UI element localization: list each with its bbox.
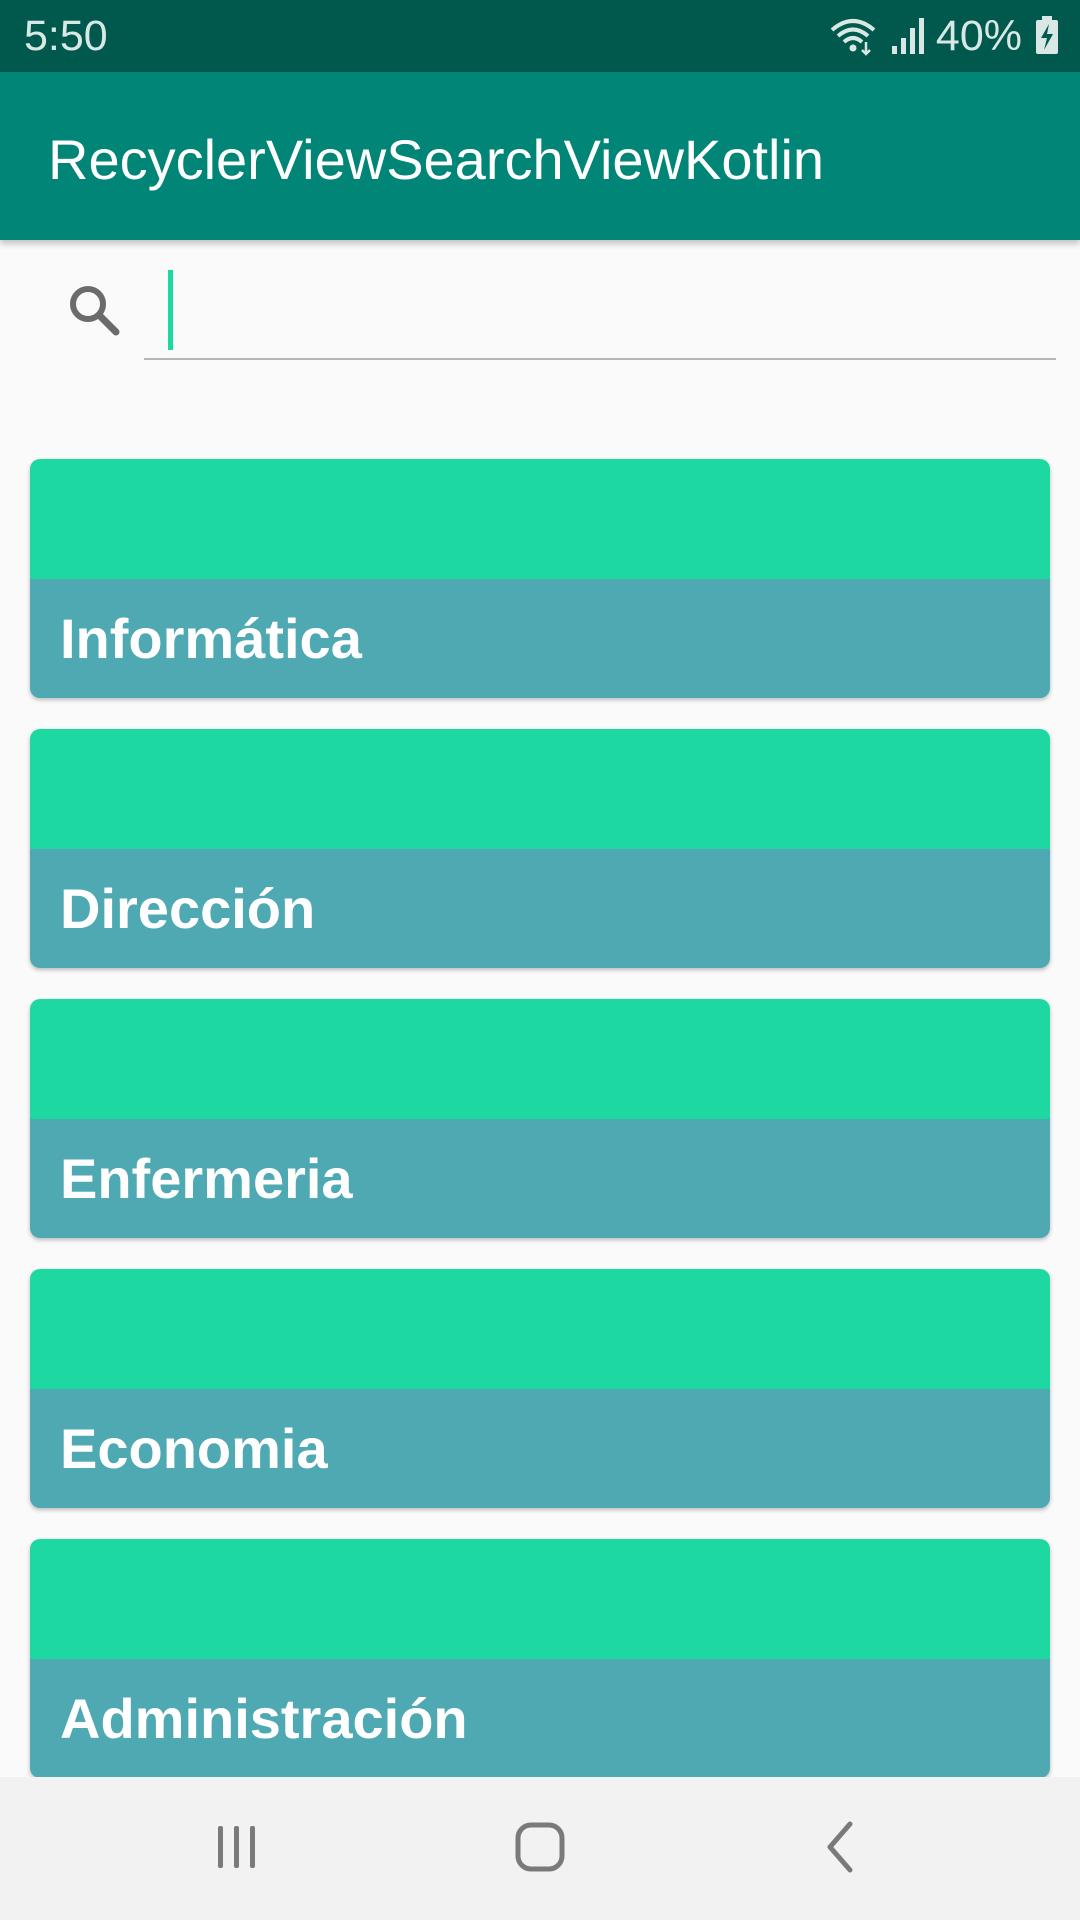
card-footer: Administración — [30, 1659, 1050, 1778]
signal-icon — [890, 16, 924, 56]
status-time: 5:50 — [24, 12, 108, 60]
list-item-label: Economia — [60, 1417, 328, 1480]
navigation-bar — [0, 1777, 1080, 1920]
card-header — [30, 1269, 1050, 1389]
list-item[interactable]: Dirección — [30, 729, 1050, 968]
app-bar: RecyclerViewSearchViewKotlin — [0, 72, 1080, 240]
home-button[interactable] — [480, 1804, 600, 1894]
recent-apps-button[interactable] — [177, 1804, 297, 1894]
list-item-label: Dirección — [60, 877, 316, 940]
status-icons: 40% — [828, 12, 1060, 60]
status-bar: 5:50 40% — [0, 0, 1080, 72]
back-icon — [820, 1820, 860, 1879]
card-header — [30, 999, 1050, 1119]
card-header — [30, 459, 1050, 579]
list-item-label: Informática — [60, 607, 362, 670]
battery-percent: 40% — [935, 12, 1022, 60]
text-cursor — [168, 270, 173, 350]
card-footer: Enfermeria — [30, 1119, 1050, 1238]
back-button[interactable] — [780, 1804, 900, 1894]
list-item[interactable]: Administración — [30, 1539, 1050, 1778]
home-icon — [513, 1820, 567, 1879]
search-input[interactable] — [144, 268, 1056, 360]
recent-apps-icon — [212, 1822, 262, 1877]
card-header — [30, 729, 1050, 849]
list-item-label: Enfermeria — [60, 1147, 353, 1210]
list-item-label: Administración — [60, 1687, 468, 1750]
list-item[interactable]: Enfermeria — [30, 999, 1050, 1238]
list-item[interactable]: Economia — [30, 1269, 1050, 1508]
card-footer: Dirección — [30, 849, 1050, 968]
wifi-icon — [828, 16, 878, 56]
search-icon[interactable] — [64, 280, 128, 344]
search-view[interactable] — [0, 240, 1080, 400]
card-footer: Economia — [30, 1389, 1050, 1508]
card-footer: Informática — [30, 579, 1050, 698]
battery-charging-icon — [1034, 16, 1060, 56]
card-header — [30, 1539, 1050, 1659]
page-title: RecyclerViewSearchViewKotlin — [48, 128, 825, 191]
list-item[interactable]: Informática — [30, 459, 1050, 698]
recycler-list[interactable]: Informática Dirección Enfermeria Economi… — [30, 459, 1050, 1809]
